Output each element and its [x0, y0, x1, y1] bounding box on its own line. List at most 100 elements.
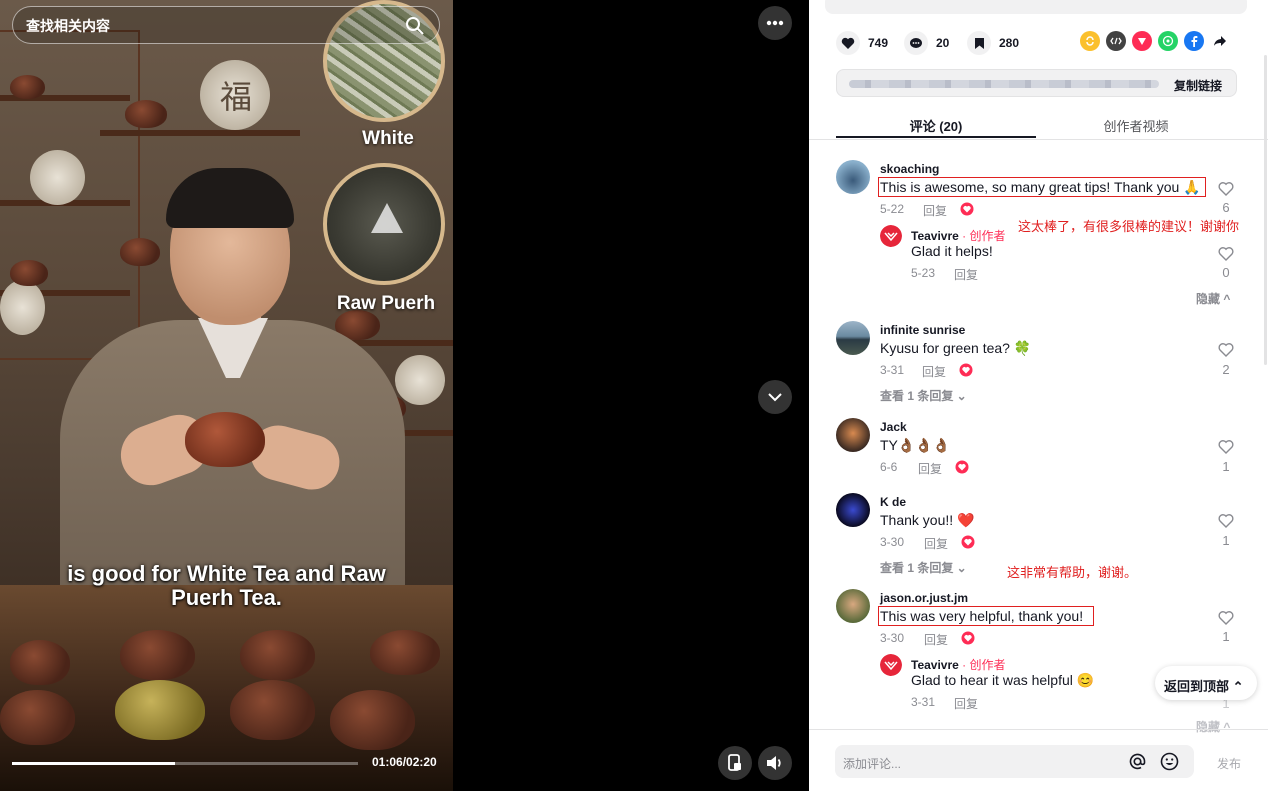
teapot-decor — [125, 100, 167, 128]
creator-tag: · 创作者 — [962, 658, 1006, 672]
avatar[interactable] — [836, 160, 870, 194]
telegram-icon[interactable] — [1132, 31, 1152, 51]
video-link-box: 复制链接 — [836, 69, 1237, 97]
hide-replies-button[interactable]: 隐藏 ^ — [1196, 718, 1230, 735]
teapot-decor — [230, 680, 315, 740]
teavivre-avatar[interactable] — [880, 225, 902, 247]
volume-icon — [767, 756, 781, 770]
reply-button[interactable]: 回复 — [923, 202, 947, 219]
like-heart-icon[interactable] — [1218, 342, 1234, 358]
view-replies-button[interactable]: 查看 1 条回复 ⌄ — [880, 559, 967, 576]
share-arrow-icon[interactable] — [1210, 31, 1230, 51]
bookmark-icon — [967, 31, 991, 55]
like-heart-icon[interactable] — [1218, 610, 1234, 626]
comment-text: TY👌🏾👌🏾👌🏾 — [880, 437, 951, 453]
reply-button[interactable]: 回复 — [954, 695, 978, 712]
comment-stat[interactable]: 20 — [904, 31, 949, 55]
plate-character: 福 — [220, 78, 253, 116]
reply-button[interactable]: 回复 — [954, 266, 978, 283]
scrollbar[interactable] — [1264, 55, 1267, 365]
teapot-decor — [240, 630, 315, 680]
decorative-plate — [30, 150, 85, 205]
comment-date: 3-30 — [880, 631, 905, 645]
like-stat[interactable]: 749 — [836, 31, 888, 55]
view-replies-button[interactable]: 查看 1 条回复 ⌄ — [880, 387, 967, 404]
comment-username[interactable]: jason.or.just.jm — [880, 591, 968, 605]
more-dots-icon — [766, 20, 784, 26]
comment-text: Thank you!! ❤️ — [880, 512, 975, 528]
share-row — [1080, 31, 1230, 51]
search-icon[interactable] — [405, 16, 425, 36]
teapot-decor — [120, 630, 195, 680]
like-count: 2 — [1222, 362, 1230, 377]
highlight-box — [878, 606, 1094, 626]
raw-puerh-label: Raw Puerh — [336, 293, 436, 314]
decorative-plate — [0, 280, 45, 335]
comment-date: 6-6 — [880, 460, 898, 474]
like-heart-icon[interactable] — [1218, 513, 1234, 529]
avatar[interactable] — [836, 418, 870, 452]
search-input[interactable]: 查找相关内容 — [12, 6, 440, 44]
avatar[interactable] — [836, 493, 870, 527]
more-options-button[interactable] — [758, 6, 792, 40]
teapot-decor — [120, 238, 160, 266]
reply-button[interactable]: 回复 — [918, 460, 942, 477]
reply-button[interactable]: 回复 — [924, 631, 948, 648]
next-video-button[interactable] — [758, 380, 792, 414]
like-count: 1 — [1222, 629, 1230, 644]
avatar[interactable] — [836, 321, 870, 355]
comment-username[interactable]: Jack — [880, 420, 907, 434]
comment-username[interactable]: infinite sunrise — [880, 323, 965, 337]
panel-top-strip — [825, 0, 1247, 14]
translation-annotation: 这非常有帮助，谢谢。 — [1007, 565, 1138, 580]
reply-text: Glad it helps! — [911, 243, 993, 259]
reply-button[interactable]: 回复 — [924, 535, 948, 552]
mention-icon[interactable] — [1128, 752, 1147, 771]
heart-icon — [836, 31, 860, 55]
tab-comments[interactable]: 评论 (20) — [836, 116, 1036, 135]
video-time: 01:06/02:20 — [372, 755, 437, 769]
volume-button[interactable] — [758, 746, 792, 780]
whatsapp-icon[interactable] — [1158, 31, 1178, 51]
back-to-top-button[interactable]: 返回到顶部 ⌃ — [1155, 666, 1257, 700]
presenter-hair — [166, 168, 294, 228]
raw-puerh-image — [323, 163, 445, 285]
like-heart-icon[interactable] — [1218, 439, 1234, 455]
like-heart-icon[interactable] — [1218, 181, 1234, 197]
pip-button[interactable] — [718, 746, 752, 780]
repost-icon[interactable] — [1080, 31, 1100, 51]
avatar[interactable] — [836, 589, 870, 623]
divider — [809, 139, 1268, 140]
teapot-decor — [370, 630, 440, 675]
white-tea-label: White — [362, 128, 414, 149]
copy-link-button[interactable]: 复制链接 — [1174, 77, 1222, 94]
like-heart-icon[interactable] — [1218, 246, 1234, 262]
reply-username[interactable]: Teavivre · 创作者 — [911, 227, 1006, 244]
comment-date: 3-30 — [880, 535, 905, 549]
embed-icon[interactable] — [1106, 31, 1126, 51]
hide-replies-button[interactable]: 隐藏 ^ — [1196, 290, 1230, 307]
comment-username[interactable]: K de — [880, 495, 906, 509]
creator-liked-icon — [959, 363, 973, 377]
save-stat[interactable]: 280 — [967, 31, 1019, 55]
picture-in-picture-icon — [728, 754, 741, 771]
teapot-decor — [330, 690, 415, 750]
reply-username[interactable]: Teavivre · 创作者 — [911, 656, 1006, 673]
tab-creator-videos[interactable]: 创作者视频 — [1036, 116, 1236, 135]
side-panel: 749 20 280 复制链接 评论 (20) 创作者视频 skoaching … — [809, 0, 1268, 791]
divider — [809, 729, 1268, 730]
creator-liked-icon — [960, 202, 974, 216]
comment-username[interactable]: skoaching — [880, 162, 939, 176]
emoji-icon[interactable] — [1160, 752, 1179, 771]
progress-bar[interactable] — [12, 762, 358, 765]
highlight-box — [878, 177, 1206, 197]
post-button[interactable]: 发布 — [1217, 755, 1241, 772]
creator-liked-icon — [961, 535, 975, 549]
blurred-link — [849, 80, 1159, 88]
video-player[interactable]: 福 White Raw Puerh 查找相关内容 is good for Whi… — [0, 0, 453, 791]
teapot-decor — [0, 690, 75, 745]
progress-fill — [12, 762, 175, 765]
facebook-icon[interactable] — [1184, 31, 1204, 51]
teavivre-avatar[interactable] — [880, 654, 902, 676]
reply-button[interactable]: 回复 — [922, 363, 946, 380]
